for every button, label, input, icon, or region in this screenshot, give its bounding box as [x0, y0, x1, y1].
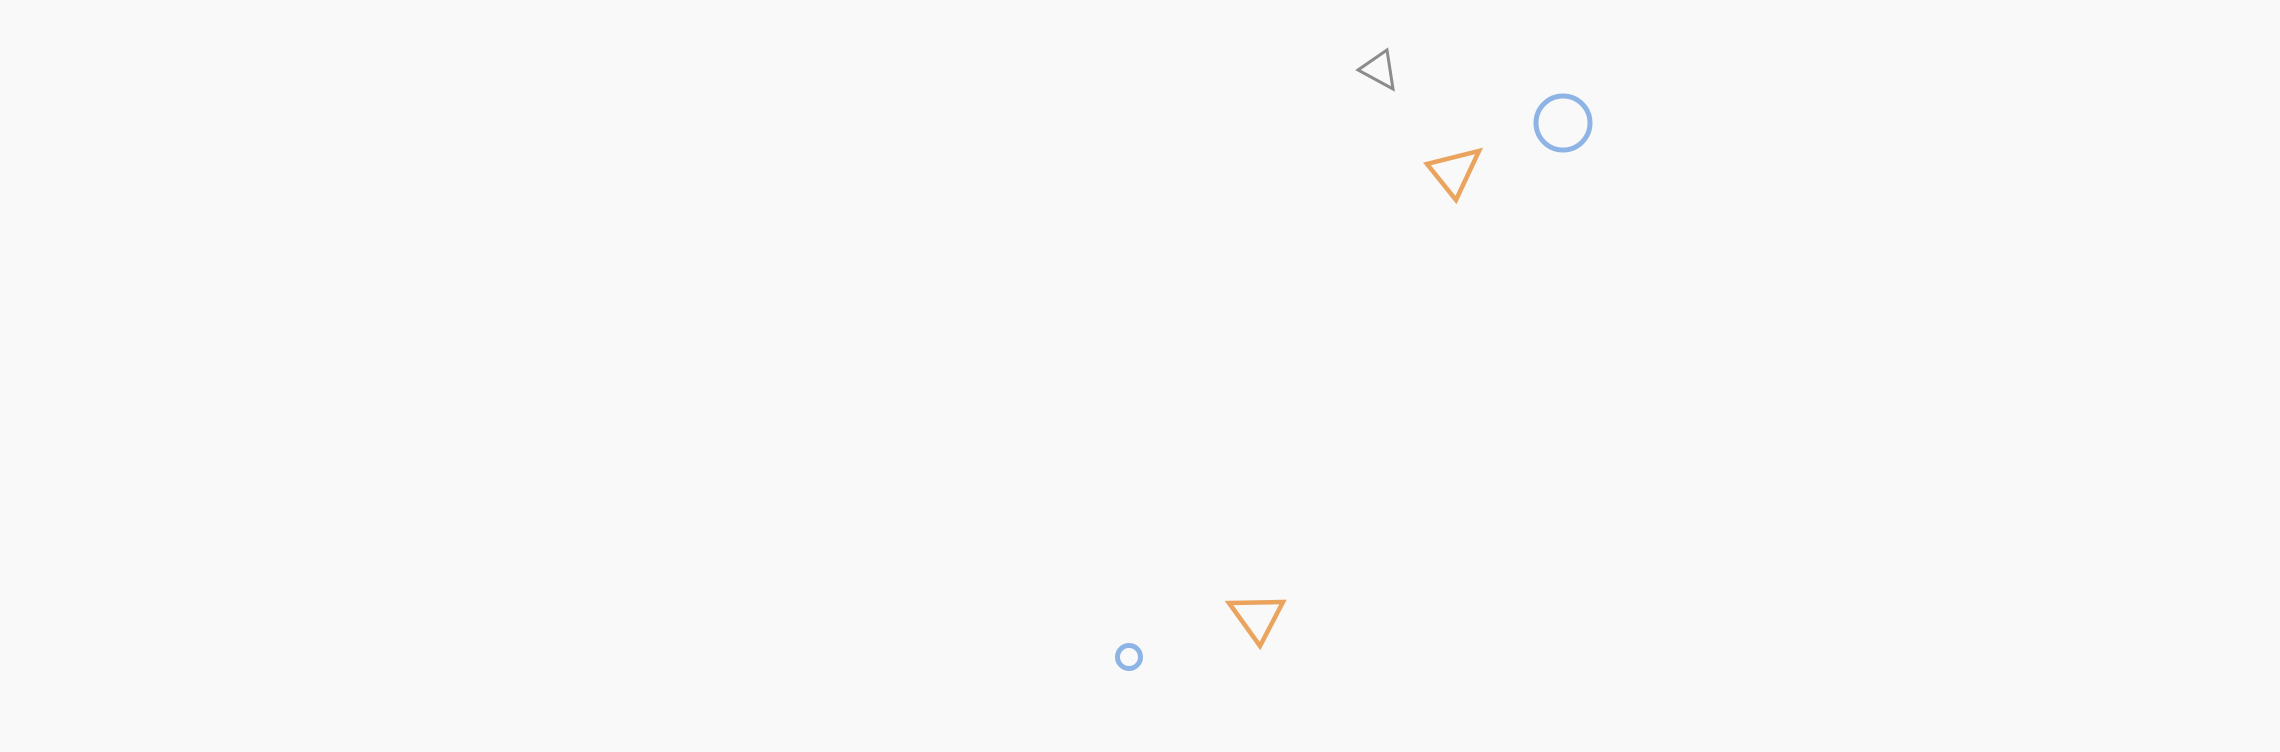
gray-triangle-icon: [1355, 47, 1395, 92]
blue-small-circle-icon: [1115, 643, 1143, 671]
shapes-canvas: [0, 0, 2280, 752]
orange-triangle-icon-bottom: [1224, 599, 1287, 651]
orange-triangle-icon-top: [1423, 147, 1484, 204]
blue-circle-icon: [1533, 93, 1593, 153]
